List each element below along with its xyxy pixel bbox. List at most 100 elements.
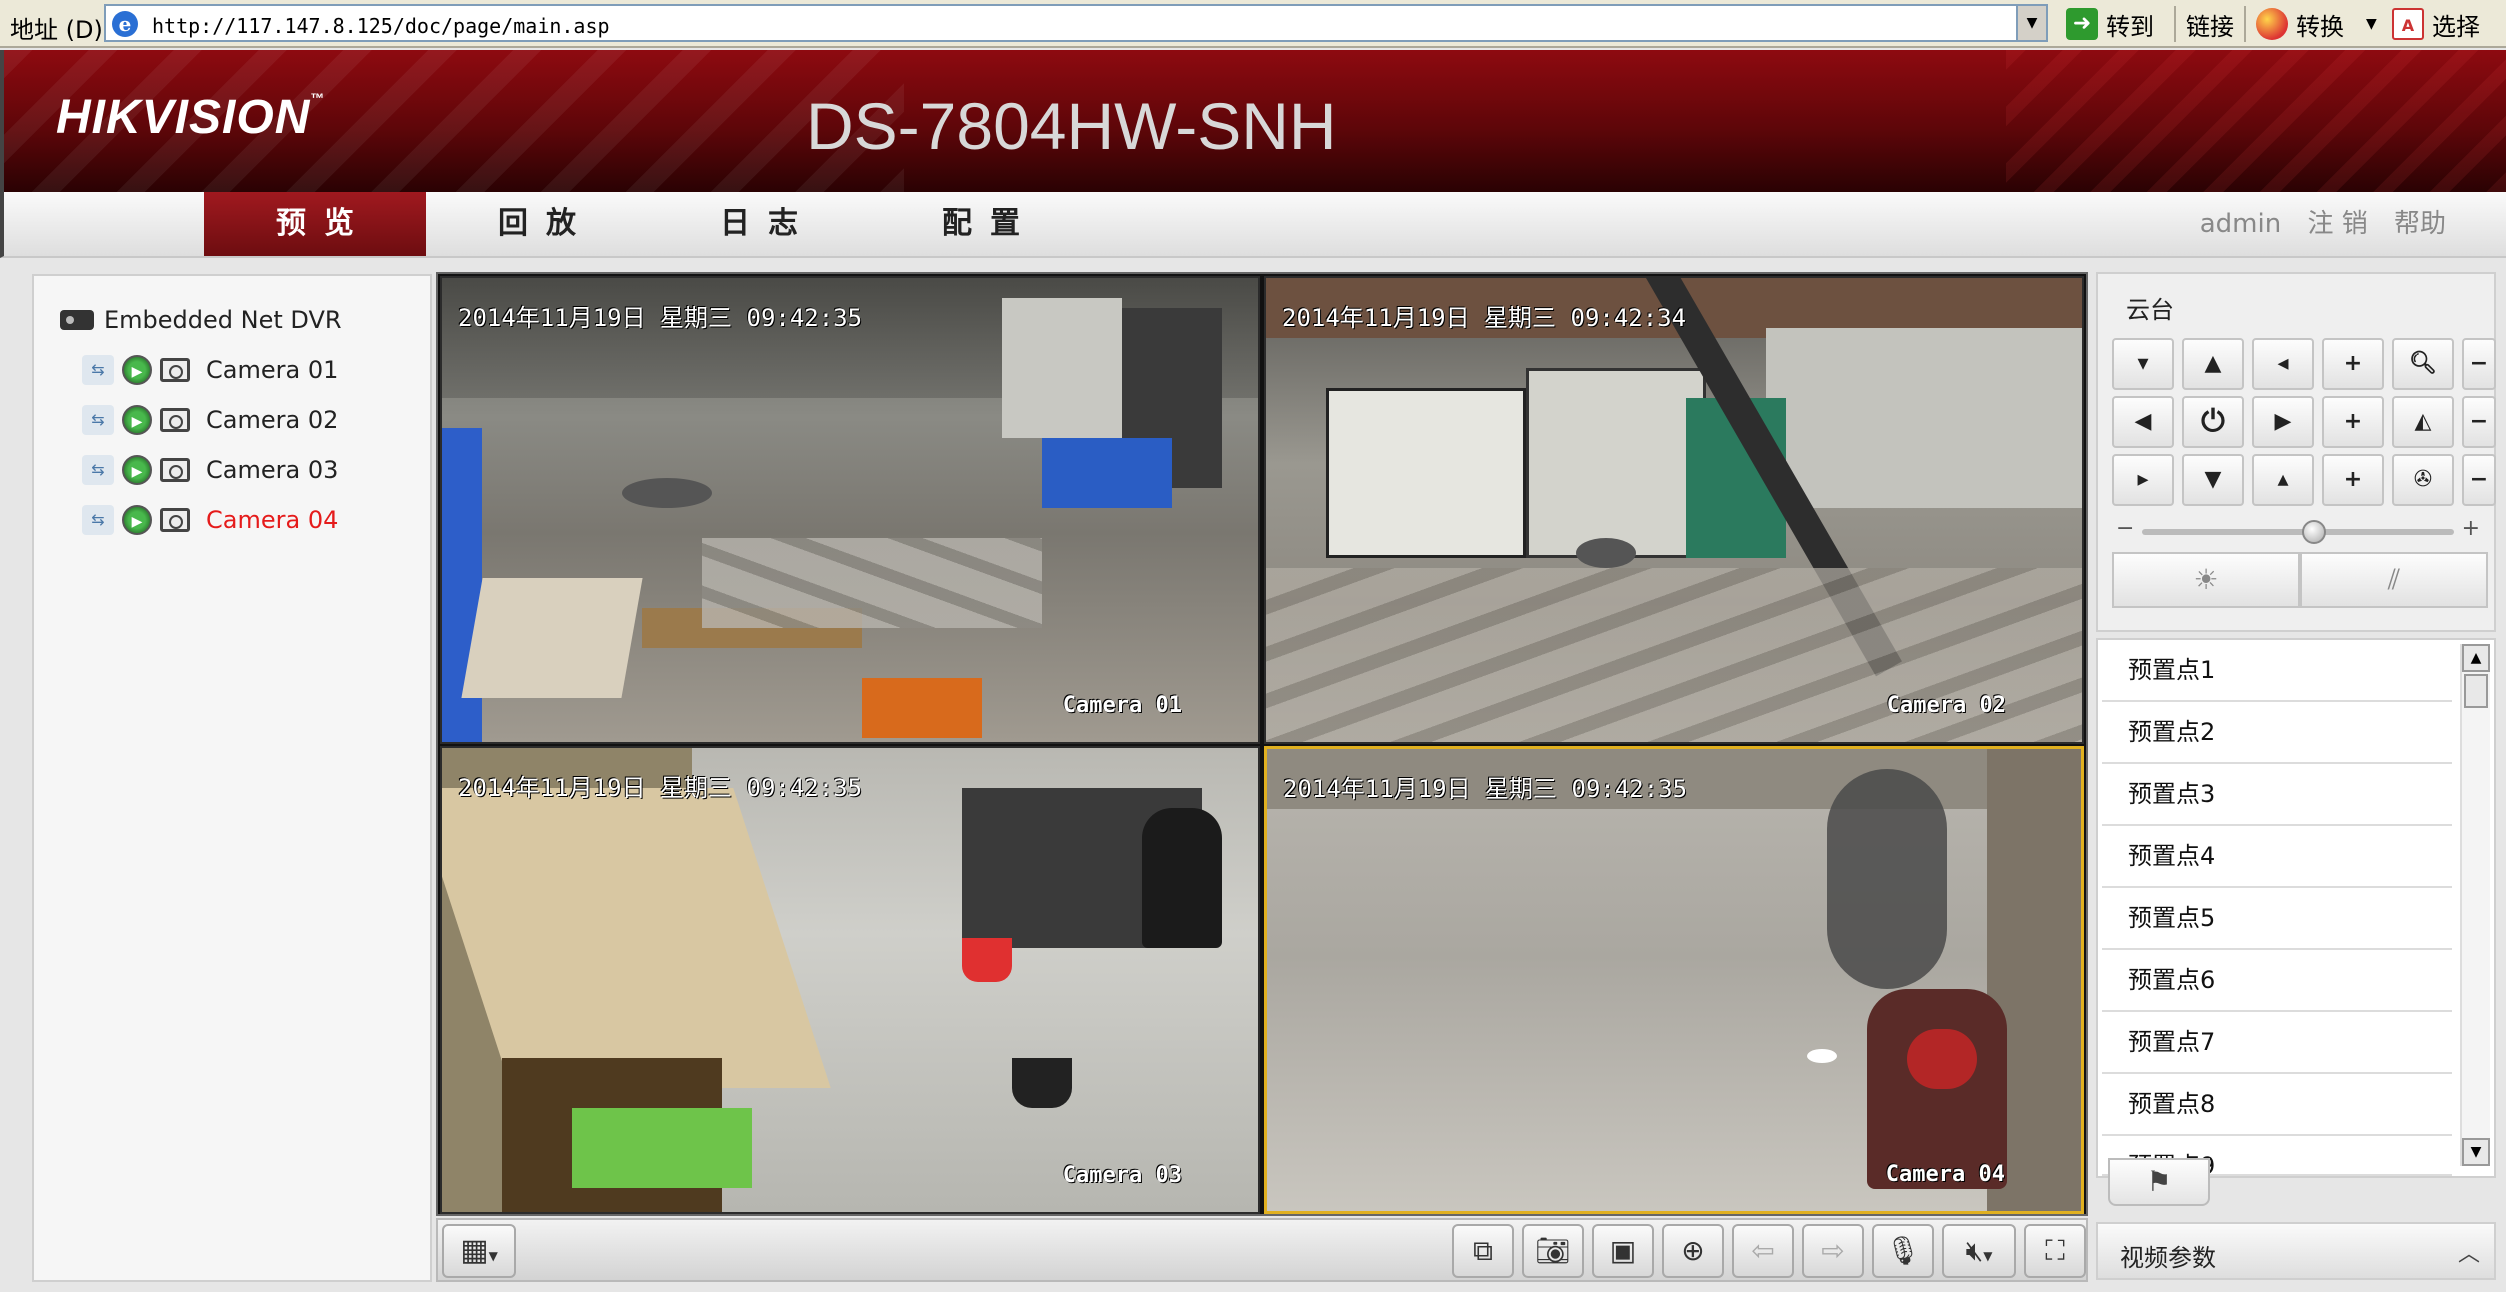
go-arrow-icon: ➜ — [2066, 8, 2098, 40]
minus-icon: − — [2469, 351, 2489, 376]
iris-close-button[interactable]: − — [2462, 454, 2496, 506]
user-area: admin 注 销 帮助 — [2182, 192, 2446, 256]
camera-node-03[interactable]: ⇆ ▶ Camera 03 — [82, 450, 338, 490]
list-item[interactable]: 预置点6 — [2102, 950, 2452, 1012]
plus-icon: + — [2343, 409, 2363, 434]
plus-icon: + — [2343, 351, 2363, 376]
record-icon[interactable] — [160, 358, 190, 382]
scroll-up-icon[interactable]: ▲ — [2462, 644, 2490, 672]
scroll-thumb[interactable] — [2464, 674, 2488, 708]
device-tree: Embedded Net DVR ⇆ ▶ Camera 01 ⇆ ▶ Camer… — [32, 274, 432, 1282]
layout-grid-button[interactable]: ▦▼ — [442, 1224, 516, 1278]
ptz-up-right-button[interactable]: ◂ — [2252, 338, 2314, 390]
help-link[interactable]: 帮助 — [2394, 209, 2446, 239]
toolbar-divider — [2174, 6, 2176, 42]
camera-label: Camera 04 — [206, 506, 339, 534]
audio-button[interactable]: 🔇︎▼ — [1942, 1224, 2016, 1278]
logout-link[interactable]: 注 销 — [2307, 209, 2367, 239]
talk-button[interactable]: 🎙︎ — [1872, 1224, 1934, 1278]
zoom-out-button[interactable]: − — [2462, 338, 2496, 390]
video-tile-04[interactable]: 2014年11月19日 星期三 09:42:35 Camera 04 — [1264, 746, 2084, 1214]
zoom-in-button[interactable]: + — [2322, 338, 2384, 390]
magnifier-icon: 🔍︎ — [2409, 351, 2437, 376]
zoom-button[interactable]: ⊕ — [1662, 1224, 1724, 1278]
live-play-icon[interactable]: ▶ — [122, 405, 152, 435]
tab-log[interactable]: 日志 — [648, 192, 870, 256]
video-params-section[interactable]: 视频参数 ︿ — [2096, 1222, 2496, 1280]
record-icon[interactable] — [160, 508, 190, 532]
tab-playback[interactable]: 回放 — [426, 192, 648, 256]
tab-config[interactable]: 配置 — [870, 192, 1092, 256]
convert-button[interactable]: 转换 ▼ — [2256, 4, 2377, 44]
prev-page-button[interactable]: ⇦ — [1732, 1224, 1794, 1278]
ptz-down-button[interactable]: ▼ — [2182, 454, 2244, 506]
ptz-left-button[interactable]: ◀ — [2112, 396, 2174, 448]
call-preset-button[interactable]: ⚑ — [2108, 1158, 2210, 1206]
chevron-down-icon: ▼ — [1983, 1249, 1993, 1263]
next-page-button[interactable]: ⇨ — [1802, 1224, 1864, 1278]
links-button[interactable]: 链接 — [2186, 4, 2234, 44]
mountain-icon: ◭ — [2414, 409, 2432, 434]
video-tile-02[interactable]: 2014年11月19日 星期三 09:42:34 Camera 02 — [1264, 276, 2084, 744]
ptz-speed-slider[interactable]: − + — [2112, 516, 2484, 544]
camera-node-02[interactable]: ⇆ ▶ Camera 02 — [82, 400, 338, 440]
list-item[interactable]: 预置点8 — [2102, 1074, 2452, 1136]
camera-node-04[interactable]: ⇆ ▶ Camera 04 — [82, 500, 338, 540]
minus-icon: − — [2469, 409, 2489, 434]
focus-near-button[interactable]: + — [2322, 396, 2384, 448]
list-item[interactable]: 预置点1 — [2102, 640, 2452, 702]
list-item[interactable]: 预置点4 — [2102, 826, 2452, 888]
video-toolbar: ▦▼ ⧉ 📷︎ ▣ ⊕ ⇦ ⇨ 🎙︎ 🔇︎▼ ⛶ — [436, 1218, 2088, 1282]
share-icon[interactable]: ⇆ — [82, 405, 114, 435]
share-icon[interactable]: ⇆ — [82, 505, 114, 535]
light-button[interactable]: ☀ — [2112, 552, 2300, 608]
video-tile-01[interactable]: 2014年11月19日 星期三 09:42:35 Camera 01 — [440, 276, 1260, 744]
zoom-in-icon: ⊕ — [1681, 1234, 1705, 1267]
main-nav: 预览 回放 日志 配置 admin 注 销 帮助 — [0, 192, 2506, 258]
list-item[interactable]: 预置点3 — [2102, 764, 2452, 826]
record-button[interactable]: ▣ — [1592, 1224, 1654, 1278]
share-icon[interactable]: ⇆ — [82, 355, 114, 385]
ptz-right-button[interactable]: ▶ — [2252, 396, 2314, 448]
username: admin — [2199, 209, 2282, 239]
scrollbar[interactable]: ▲ ▼ — [2460, 644, 2490, 1166]
select-button[interactable]: A 选择 — [2392, 4, 2480, 44]
toolbar-divider — [2244, 6, 2246, 42]
list-item[interactable]: 预置点5 — [2102, 888, 2452, 950]
iris-open-button[interactable]: + — [2322, 454, 2384, 506]
ptz-down-left-button[interactable]: ▸ — [2112, 454, 2174, 506]
video-tile-03[interactable]: 2014年11月19日 星期三 09:42:35 Camera 03 — [440, 746, 1260, 1214]
capture-button[interactable]: 📷︎ — [1522, 1224, 1584, 1278]
scroll-down-icon[interactable]: ▼ — [2462, 1138, 2490, 1166]
focus-far-button[interactable]: − — [2462, 396, 2496, 448]
address-url[interactable]: http://117.147.8.125/doc/page/main.asp — [152, 14, 610, 38]
fullscreen-button[interactable]: ⛶ — [2024, 1224, 2086, 1278]
share-icon[interactable]: ⇆ — [82, 455, 114, 485]
ptz-panel: 云台 ▾ ▲ ◂ + 🔍︎ − ◀ ⏻ ▶ + ◭ − ▸ ▼ ▴ + ✇ − … — [2096, 272, 2496, 632]
ptz-up-left-button[interactable]: ▾ — [2112, 338, 2174, 390]
list-item[interactable]: 预置点7 — [2102, 1012, 2452, 1074]
stop-all-button[interactable]: ⧉ — [1452, 1224, 1514, 1278]
record-icon[interactable] — [160, 408, 190, 432]
focus-icon-button: ◭ — [2392, 396, 2454, 448]
go-button[interactable]: ➜ 转到 — [2066, 4, 2154, 44]
live-play-icon[interactable]: ▶ — [122, 355, 152, 385]
convert-dropdown-icon[interactable]: ▼ — [2366, 16, 2377, 32]
ptz-down-right-button[interactable]: ▴ — [2252, 454, 2314, 506]
record-icon[interactable] — [160, 458, 190, 482]
tab-preview[interactable]: 预览 — [204, 192, 426, 256]
camera-node-01[interactable]: ⇆ ▶ Camera 01 — [82, 350, 338, 390]
video-camera-name: Camera 03 — [1062, 1163, 1182, 1188]
address-dropdown-icon[interactable]: ▼ — [2016, 6, 2046, 40]
live-play-icon[interactable]: ▶ — [122, 455, 152, 485]
slider-knob[interactable] — [2301, 520, 2326, 544]
plus-icon: + — [2461, 516, 2480, 541]
list-item[interactable]: 预置点2 — [2102, 702, 2452, 764]
wiper-button[interactable]: ⫽ — [2300, 552, 2488, 608]
go-label: 转到 — [2106, 12, 2154, 41]
address-input[interactable]: e http://117.147.8.125/doc/page/main.asp… — [104, 4, 2048, 42]
ptz-up-button[interactable]: ▲ — [2182, 338, 2244, 390]
ptz-auto-button[interactable]: ⏻ — [2182, 396, 2244, 448]
dvr-root-node[interactable]: Embedded Net DVR — [60, 306, 342, 334]
live-play-icon[interactable]: ▶ — [122, 505, 152, 535]
